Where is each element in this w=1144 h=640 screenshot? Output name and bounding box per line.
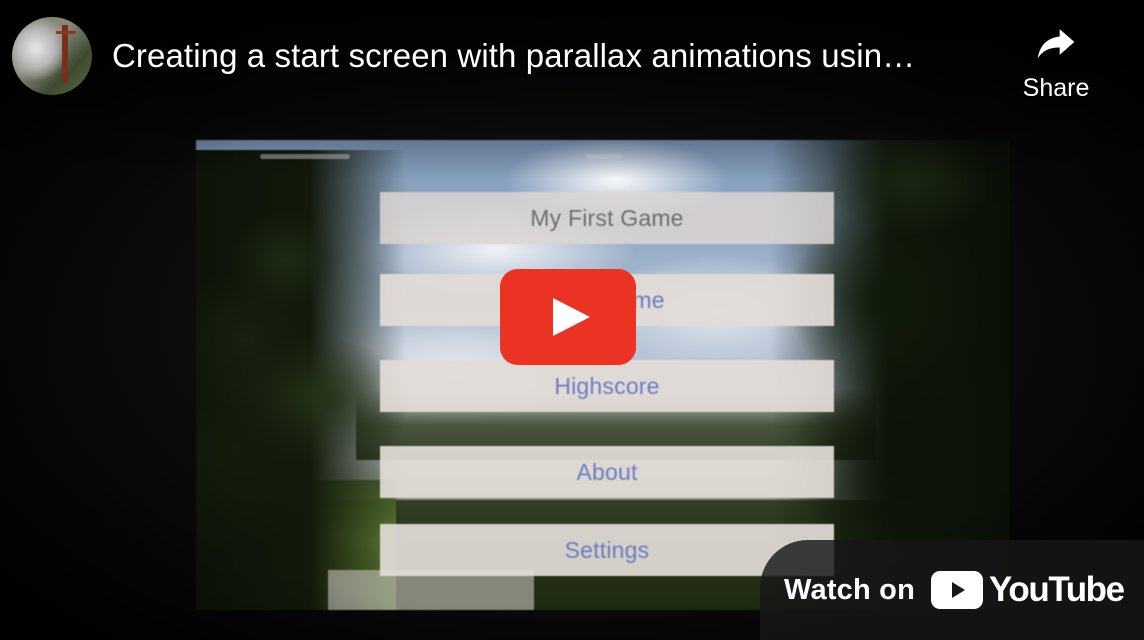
tree-left [196,150,406,610]
youtube-wordmark: YouTube [989,570,1125,609]
avatar-crossbar [56,31,76,34]
menu-item-highscore: Highscore [380,360,834,412]
share-button[interactable]: Share [1010,18,1102,113]
share-label: Share [1022,74,1090,102]
play-button[interactable] [500,269,636,365]
status-time [586,154,622,159]
menu-item-about: About [380,446,834,498]
share-arrow-icon [1037,29,1075,59]
device-status-bar [196,140,1010,162]
watch-on-label: Watch on [784,573,916,606]
menu-shadow [328,570,534,610]
player-top-bar: Creating a start screen with parallax an… [0,0,1144,120]
watch-on-youtube-button[interactable]: Watch on YouTube [760,540,1144,640]
game-menu-title: My First Game [380,192,834,244]
youtube-logo: YouTube [931,570,1125,610]
youtube-logo-icon [931,571,984,609]
video-player[interactable]: My First Game Play Game Highscore About … [0,0,1144,640]
channel-avatar[interactable] [12,17,92,95]
status-carrier [260,154,350,159]
video-title[interactable]: Creating a start screen with parallax an… [112,37,992,75]
